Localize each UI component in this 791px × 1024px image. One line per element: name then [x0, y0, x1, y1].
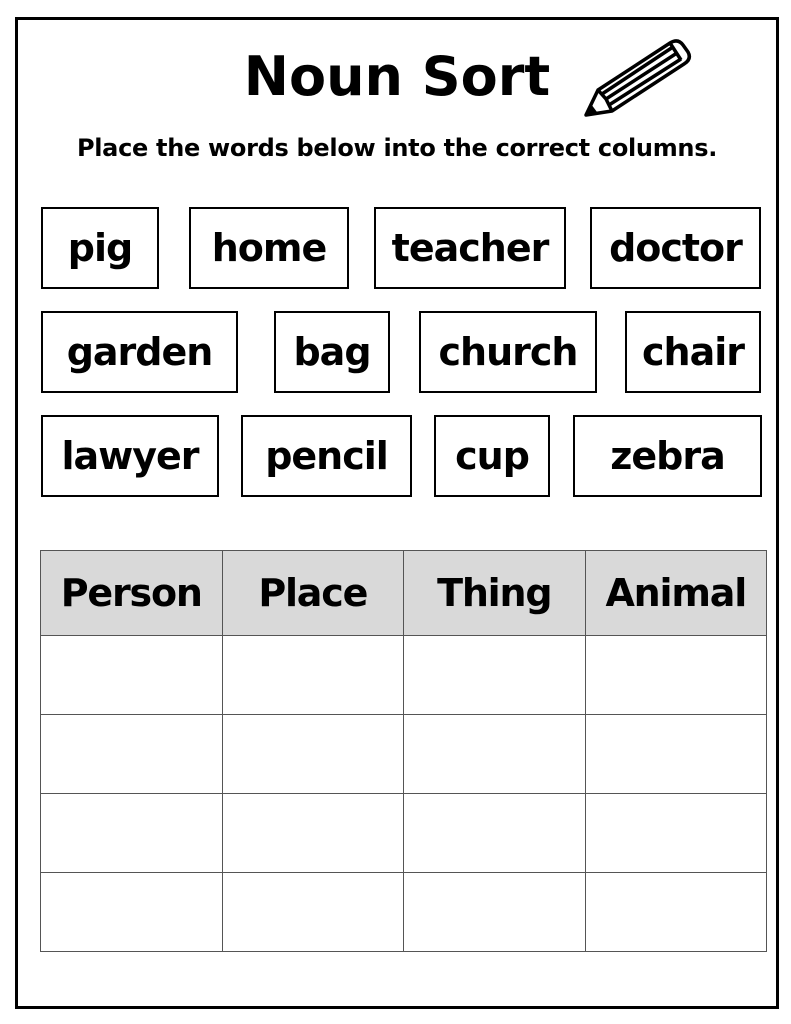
- instructions-text: Place the words below into the correct c…: [76, 134, 718, 162]
- word-card[interactable]: doctor: [590, 207, 761, 289]
- table-row: [40, 635, 767, 715]
- answer-cell[interactable]: [403, 635, 586, 715]
- worksheet-page: Noun Sort Place the words below into the…: [15, 17, 779, 1009]
- answer-cell[interactable]: [584, 793, 767, 873]
- word-card[interactable]: garden: [41, 311, 238, 393]
- word-card[interactable]: cup: [434, 415, 550, 497]
- table-row: [40, 714, 767, 794]
- answer-cell[interactable]: [221, 714, 404, 794]
- answer-cell[interactable]: [221, 793, 404, 873]
- answer-cell[interactable]: [403, 872, 586, 952]
- word-card[interactable]: zebra: [573, 415, 762, 497]
- answer-cell[interactable]: [584, 635, 767, 715]
- column-header-animal: Animal: [584, 550, 767, 636]
- word-card[interactable]: church: [419, 311, 597, 393]
- answer-cell[interactable]: [40, 872, 223, 952]
- word-card[interactable]: chair: [625, 311, 761, 393]
- column-header-thing: Thing: [403, 550, 586, 636]
- pencil-icon: [584, 39, 692, 117]
- answer-cell[interactable]: [403, 793, 586, 873]
- sorting-table: Person Place Thing Animal: [40, 550, 767, 952]
- answer-cell[interactable]: [40, 793, 223, 873]
- word-card[interactable]: lawyer: [41, 415, 219, 497]
- answer-cell[interactable]: [584, 714, 767, 794]
- answer-cell[interactable]: [221, 872, 404, 952]
- answer-cell[interactable]: [221, 635, 404, 715]
- column-header-person: Person: [40, 550, 223, 636]
- answer-cell[interactable]: [40, 714, 223, 794]
- word-card[interactable]: bag: [274, 311, 390, 393]
- table-row: [40, 872, 767, 952]
- word-card[interactable]: teacher: [374, 207, 566, 289]
- answer-cell[interactable]: [40, 635, 223, 715]
- column-header-place: Place: [221, 550, 404, 636]
- table-row: [40, 793, 767, 873]
- word-card[interactable]: pencil: [241, 415, 412, 497]
- answer-cell[interactable]: [403, 714, 586, 794]
- table-header-row: Person Place Thing Animal: [40, 550, 767, 636]
- word-card[interactable]: pig: [41, 207, 159, 289]
- word-card[interactable]: home: [189, 207, 349, 289]
- answer-cell[interactable]: [584, 872, 767, 952]
